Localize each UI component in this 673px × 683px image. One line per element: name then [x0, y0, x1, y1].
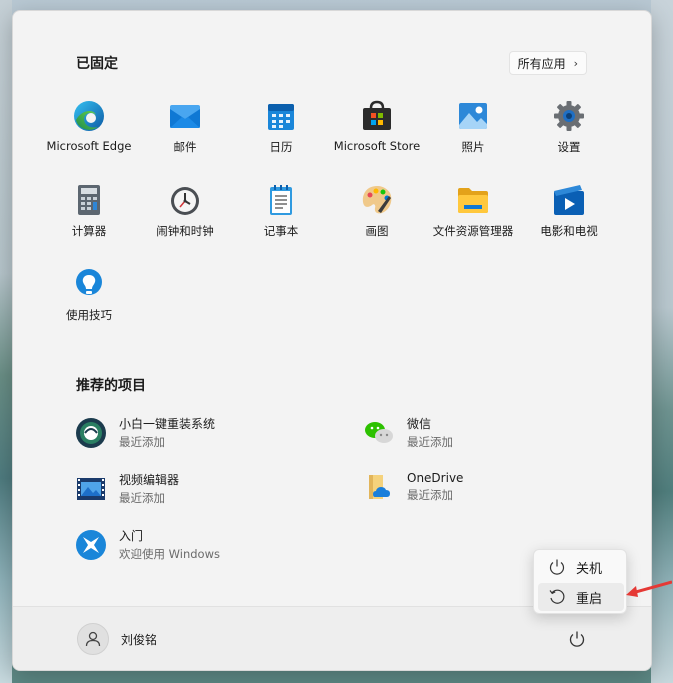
restart-menu-item[interactable]: 重启	[538, 583, 624, 611]
wechat-icon	[363, 417, 395, 449]
restart-label: 重启	[576, 591, 603, 607]
app-label: 日历	[269, 140, 293, 154]
recommended-item-xiaobai[interactable]: 小白一键重装系统 最近添加	[75, 415, 335, 450]
restart-icon	[549, 589, 565, 604]
app-label: 电影和电视	[540, 224, 598, 238]
power-icon	[549, 559, 565, 575]
onedrive-icon	[363, 471, 395, 503]
paint-icon	[360, 183, 394, 217]
user-icon	[85, 631, 101, 647]
app-tile-mail[interactable]: 邮件	[137, 95, 233, 179]
recommended-item-get-started[interactable]: 入门 欢迎使用 Windows	[75, 527, 335, 562]
annotation-arrow-icon	[626, 580, 672, 597]
edge-icon	[72, 99, 106, 133]
video-editor-icon	[75, 473, 107, 505]
movies-icon	[552, 183, 586, 217]
mail-icon	[168, 99, 202, 133]
app-label: 设置	[557, 140, 581, 154]
recommended-item-name: OneDrive	[407, 471, 464, 485]
clock-icon	[168, 183, 202, 217]
recommended-item-name: 视频编辑器	[119, 473, 180, 487]
app-label: 闹钟和时钟	[156, 224, 214, 238]
all-apps-button[interactable]: 所有应用 ›	[508, 51, 587, 75]
recommended-item-sub: 最近添加	[119, 435, 165, 449]
chevron-right-icon: ›	[573, 56, 578, 70]
all-apps-label: 所有应用	[517, 56, 566, 71]
gear-icon	[552, 99, 586, 133]
app-label: 记事本	[263, 224, 299, 238]
calendar-icon	[264, 99, 298, 133]
app-tile-file-explorer[interactable]: 文件资源管理器	[425, 179, 521, 263]
shutdown-menu-item[interactable]: 关机	[538, 553, 624, 581]
app-tile-clock[interactable]: 闹钟和时钟	[137, 179, 233, 263]
recommended-item-sub: 欢迎使用 Windows	[119, 547, 220, 561]
app-tile-calendar[interactable]: 日历	[233, 95, 329, 179]
app-tile-photos[interactable]: 照片	[425, 95, 521, 179]
start-footer: 刘俊铭	[13, 606, 651, 670]
notepad-icon	[264, 183, 298, 217]
app-label: Microsoft Edge	[46, 139, 132, 153]
app-label: 文件资源管理器	[432, 224, 514, 238]
tips-icon	[72, 267, 106, 301]
recommended-item-sub: 最近添加	[119, 491, 165, 505]
user-account-button[interactable]: 刘俊铭	[77, 623, 157, 655]
calculator-icon	[72, 183, 106, 217]
app-label: 计算器	[71, 224, 107, 238]
app-tile-movies-tv[interactable]: 电影和电视	[521, 179, 617, 263]
app-label: 照片	[461, 140, 485, 154]
app-tile-tips[interactable]: 使用技巧	[41, 263, 137, 347]
recommended-item-name: 小白一键重装系统	[119, 417, 216, 431]
get-started-icon	[75, 529, 107, 561]
app-label: 邮件	[173, 140, 197, 154]
photos-icon	[456, 99, 490, 133]
app-label: 使用技巧	[66, 308, 112, 322]
app-label: 画图	[365, 224, 389, 238]
shutdown-label: 关机	[576, 561, 603, 577]
pinned-grid: Microsoft Edge 邮件 日历 Microsoft Store 照片 …	[41, 95, 617, 347]
power-icon	[569, 631, 585, 647]
app-tile-notepad[interactable]: 记事本	[233, 179, 329, 263]
app-tile-edge[interactable]: Microsoft Edge	[41, 95, 137, 179]
app-label: Microsoft Store	[333, 139, 421, 153]
power-menu: 关机 重启	[533, 549, 627, 614]
recommended-item-sub: 最近添加	[407, 435, 453, 449]
store-icon	[360, 99, 394, 133]
wallpaper	[0, 0, 12, 683]
folder-icon	[456, 183, 490, 217]
app-tile-store[interactable]: Microsoft Store	[329, 95, 425, 179]
recommended-item-onedrive[interactable]: OneDrive 最近添加	[363, 471, 623, 503]
power-button[interactable]	[565, 627, 589, 651]
recommended-item-video-editor[interactable]: 视频编辑器 最近添加	[75, 471, 335, 506]
app-tile-settings[interactable]: 设置	[521, 95, 617, 179]
recommended-item-sub: 最近添加	[407, 488, 453, 502]
app-tile-calculator[interactable]: 计算器	[41, 179, 137, 263]
avatar	[77, 623, 109, 655]
recommended-title: 推荐的项目	[76, 378, 146, 394]
recommended-item-name: 入门	[119, 529, 144, 543]
pinned-title: 已固定	[76, 56, 118, 72]
xiaobai-icon	[75, 417, 107, 449]
recommended-item-name: 微信	[407, 417, 432, 431]
app-tile-paint[interactable]: 画图	[329, 179, 425, 263]
user-name: 刘俊铭	[121, 632, 158, 647]
recommended-item-wechat[interactable]: 微信 最近添加	[363, 415, 623, 450]
